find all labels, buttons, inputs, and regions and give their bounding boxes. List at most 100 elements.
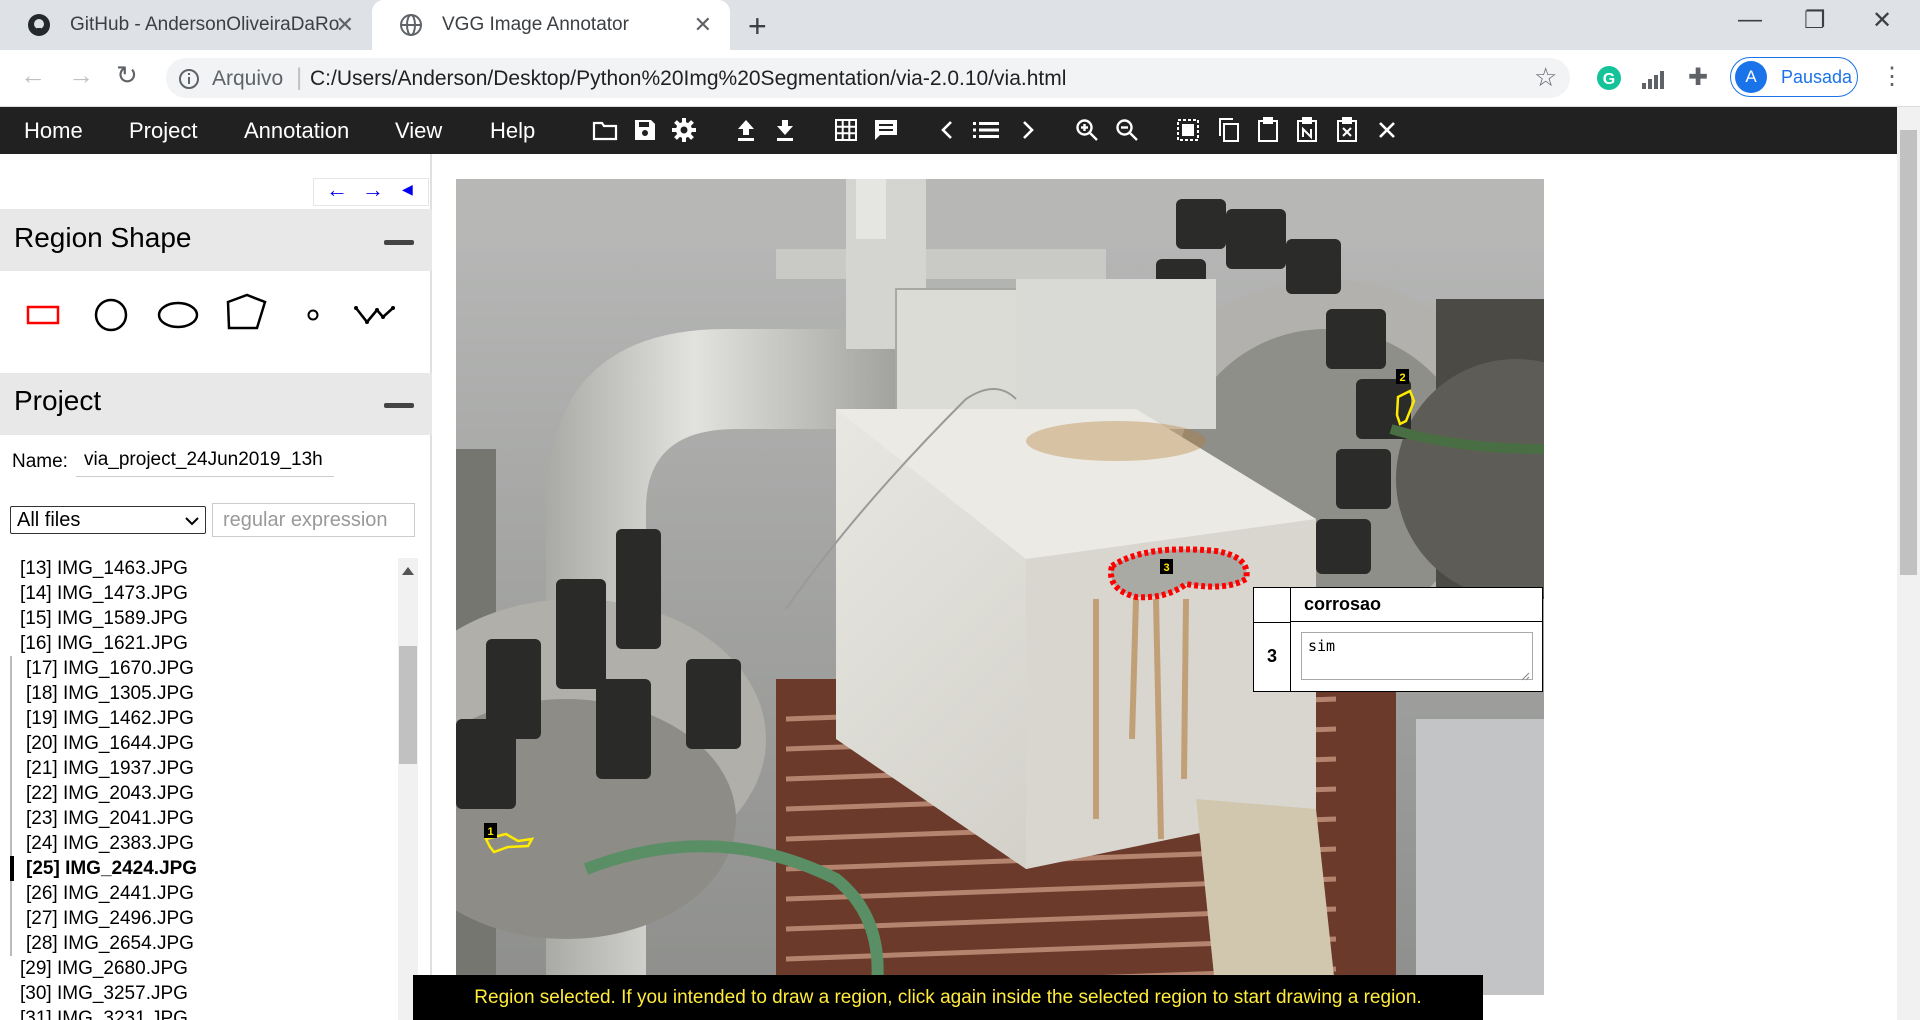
file-filter-value: All files — [17, 508, 81, 531]
browser-tab-github[interactable]: GitHub - AndersonOliveiraDaRoc ✕ — [0, 0, 372, 50]
attr-corner-cell — [1254, 588, 1291, 623]
file-list-item[interactable]: [14] IMG_1473.JPG — [10, 581, 390, 606]
open-folder-icon[interactable] — [591, 116, 619, 144]
arrow-right-icon[interactable]: → — [362, 177, 384, 203]
restore-icon[interactable]: ❐ — [1804, 6, 1826, 35]
file-list-item[interactable]: [13] IMG_1463.JPG — [10, 556, 390, 581]
zoom-out-icon[interactable] — [1113, 116, 1141, 144]
close-tab-icon[interactable]: ✕ — [336, 12, 354, 38]
chevron-down-icon — [185, 509, 199, 532]
region-label: 3 — [1163, 562, 1169, 574]
file-list-item[interactable]: [24] IMG_2383.JPG — [10, 831, 390, 856]
region-shape-title: Region Shape — [14, 222, 192, 253]
tab-title: VGG Image Annotator — [442, 14, 629, 35]
page-scrollbar-thumb[interactable] — [1900, 130, 1917, 575]
new-tab-icon[interactable]: + — [748, 8, 767, 45]
browser-menu-icon[interactable]: ⋮ — [1880, 62, 1904, 91]
menu-help[interactable]: Help — [490, 118, 535, 144]
ellipse-shape-icon[interactable] — [150, 290, 206, 340]
paste-region-icon[interactable] — [1254, 116, 1282, 144]
attr-region-id: 3 — [1254, 622, 1291, 691]
file-list-item[interactable]: [30] IMG_3257.JPG — [10, 981, 390, 1006]
menu-annotation[interactable]: Annotation — [244, 118, 349, 144]
extensions-puzzle-icon[interactable]: ✚ — [1688, 63, 1708, 92]
avatar: A — [1735, 61, 1767, 93]
upload-icon[interactable] — [732, 116, 760, 144]
profile-button[interactable]: A Pausada — [1730, 57, 1858, 97]
file-list-item[interactable]: [28] IMG_2654.JPG — [10, 931, 390, 956]
circle-shape-icon[interactable] — [83, 290, 139, 340]
address-divider: | — [296, 64, 303, 91]
file-list-item[interactable]: [22] IMG_2043.JPG — [10, 781, 390, 806]
url-text[interactable]: C:/Users/Anderson/Desktop/Python%20Img%2… — [310, 67, 1066, 91]
collapse-project-icon[interactable] — [384, 403, 414, 408]
region-label: 2 — [1399, 372, 1405, 384]
paste-n-icon[interactable] — [1293, 116, 1321, 144]
resize-grip-icon[interactable] — [1520, 668, 1530, 686]
grammarly-icon[interactable]: G — [1596, 65, 1622, 96]
file-list-item-active[interactable]: [25] IMG_2424.JPG — [10, 856, 390, 881]
menu-project[interactable]: Project — [129, 118, 197, 144]
prev-image-icon[interactable] — [933, 116, 961, 144]
polygon-shape-icon[interactable] — [218, 290, 274, 340]
project-name-input[interactable] — [76, 443, 334, 477]
regex-filter-input[interactable]: regular expression — [212, 503, 415, 537]
back-icon[interactable]: ← — [20, 60, 46, 91]
reload-icon[interactable]: ↻ — [116, 60, 138, 91]
point-shape-icon[interactable] — [285, 290, 341, 340]
file-list-item[interactable]: [27] IMG_2496.JPG — [10, 906, 390, 931]
file-list-item[interactable]: [17] IMG_1670.JPG — [10, 656, 390, 681]
file-list-item[interactable]: [29] IMG_2680.JPG — [10, 956, 390, 981]
arrow-left-icon[interactable]: ← — [326, 177, 348, 203]
tab-title: GitHub - AndersonOliveiraDaRoc — [70, 14, 340, 35]
file-list: [13] IMG_1463.JPG [14] IMG_1473.JPG [15]… — [10, 556, 390, 1020]
file-list-scrollbar-thumb[interactable] — [399, 646, 417, 764]
sidebar-divider[interactable] — [430, 154, 432, 1020]
forward-icon[interactable]: → — [68, 60, 94, 91]
settings-gear-icon[interactable] — [670, 116, 698, 144]
file-list-item[interactable]: [18] IMG_1305.JPG — [10, 681, 390, 706]
close-icon[interactable] — [1373, 116, 1401, 144]
svg-text:G: G — [1603, 71, 1615, 88]
zoom-in-icon[interactable] — [1073, 116, 1101, 144]
file-list-item[interactable]: [23] IMG_2041.JPG — [10, 806, 390, 831]
polyline-shape-icon[interactable] — [347, 290, 403, 340]
window-close-icon[interactable]: ✕ — [1872, 6, 1892, 35]
copy-region-icon[interactable] — [1214, 116, 1242, 144]
rectangle-shape-icon[interactable] — [15, 290, 71, 340]
delete-region-icon[interactable] — [1333, 116, 1361, 144]
file-filter-select[interactable]: All files — [10, 506, 206, 534]
close-tab-icon[interactable]: ✕ — [694, 12, 712, 38]
file-list-item[interactable]: [15] IMG_1589.JPG — [10, 606, 390, 631]
annotation-editor-icon[interactable] — [872, 116, 900, 144]
status-message: Region selected. If you intended to draw… — [413, 975, 1483, 1020]
attr-column-header: corrosao — [1290, 588, 1542, 622]
menu-view[interactable]: View — [395, 118, 442, 144]
file-list-item[interactable]: [20] IMG_1644.JPG — [10, 731, 390, 756]
file-list-item[interactable]: [31] IMG_3231.JPG — [10, 1006, 390, 1020]
minimize-icon[interactable]: — — [1738, 6, 1762, 34]
save-icon[interactable] — [631, 116, 659, 144]
sidebar-resize-controls: ← → ◀ — [313, 177, 429, 206]
collapse-region-shape-icon[interactable] — [384, 240, 414, 245]
signal-extension-icon[interactable] — [1640, 65, 1668, 96]
attr-value-textarea[interactable]: sim — [1301, 632, 1533, 680]
select-all-regions-icon[interactable] — [1174, 116, 1202, 144]
info-icon[interactable] — [178, 68, 200, 95]
bookmark-star-icon[interactable]: ☆ — [1534, 62, 1557, 93]
project-name-label: Name: — [12, 451, 68, 472]
menu-home[interactable]: Home — [24, 118, 83, 144]
file-list-item[interactable]: [19] IMG_1462.JPG — [10, 706, 390, 731]
file-list-item[interactable]: [26] IMG_2441.JPG — [10, 881, 390, 906]
file-list-scrollbar[interactable] — [398, 558, 418, 1020]
download-icon[interactable] — [771, 116, 799, 144]
grid-view-icon[interactable] — [832, 116, 860, 144]
file-list-item[interactable]: [16] IMG_1621.JPG — [10, 631, 390, 656]
collapse-sidebar-icon[interactable]: ◀ — [402, 181, 413, 198]
browser-tab-via[interactable]: VGG Image Annotator ✕ — [372, 0, 730, 50]
scroll-up-icon[interactable] — [401, 563, 415, 581]
image-list-icon[interactable] — [972, 116, 1000, 144]
next-image-icon[interactable] — [1014, 116, 1042, 144]
globe-icon — [398, 12, 424, 38]
file-list-item[interactable]: [21] IMG_1937.JPG — [10, 756, 390, 781]
